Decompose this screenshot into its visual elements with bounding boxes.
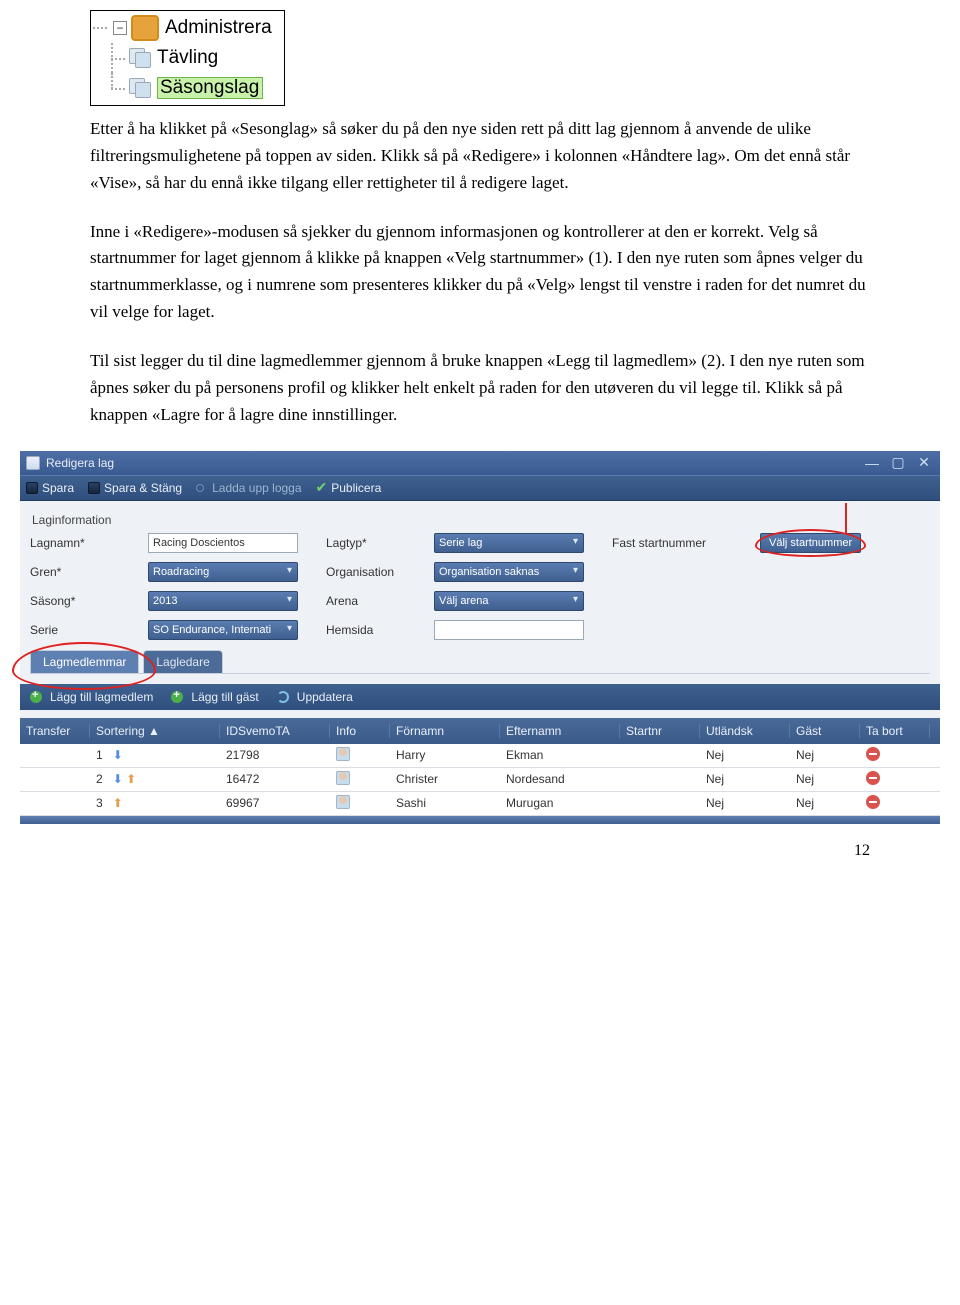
subtoolbar: Lägg till lagmedlem Lägg till gäst Uppda… xyxy=(20,684,940,710)
tab-lagmedlemmar[interactable]: Lagmedlemmar xyxy=(30,650,139,673)
arrow-down-icon[interactable]: ⬇ xyxy=(113,772,123,786)
arrow-down-icon[interactable]: ⬇ xyxy=(113,748,123,762)
plus-icon xyxy=(30,691,42,703)
label-sasong: Säsong* xyxy=(30,594,130,608)
cell-lname: Ekman xyxy=(500,748,620,762)
cell-sort: 1 xyxy=(96,748,103,762)
col-id[interactable]: IDSvemoTA xyxy=(220,724,330,738)
delete-icon[interactable] xyxy=(866,795,880,809)
paragraph-2: Inne i «Redigere»-modusen så sjekker du … xyxy=(90,219,870,326)
input-hemsida[interactable] xyxy=(434,620,584,640)
col-efternamn[interactable]: Efternamn xyxy=(500,724,620,738)
tab-lagledare[interactable]: Lagledare xyxy=(143,650,222,673)
cell-foreign: Nej xyxy=(700,772,790,786)
tree-screenshot: − Administrera Tävling Säsongslag xyxy=(90,10,960,108)
cell-foreign: Nej xyxy=(700,796,790,810)
delete-icon[interactable] xyxy=(866,771,880,785)
cell-id: 69967 xyxy=(220,796,330,810)
label-gren: Gren* xyxy=(30,565,130,579)
cell-fname: Christer xyxy=(390,772,500,786)
table-header: Transfer Sortering ▲ IDSvemoTA Info Förn… xyxy=(20,718,940,744)
publish-button[interactable]: ✔Publicera xyxy=(316,479,382,496)
check-icon: ✔ xyxy=(316,479,328,496)
refresh-button[interactable]: Uppdatera xyxy=(277,690,353,704)
cards-icon xyxy=(129,78,151,98)
col-transfer[interactable]: Transfer xyxy=(20,724,90,738)
label-arena: Arena xyxy=(326,594,416,608)
app-window: Redigera lag — ▢ ✕ Spara Spara & Stäng L… xyxy=(20,451,940,824)
cell-guest: Nej xyxy=(790,796,860,810)
col-sortering[interactable]: Sortering ▲ xyxy=(90,724,220,738)
add-member-button[interactable]: Lägg till lagmedlem xyxy=(30,690,153,704)
label-faststart: Fast startnummer xyxy=(612,536,742,550)
titlebar: Redigera lag — ▢ ✕ xyxy=(20,451,940,475)
refresh-icon xyxy=(277,691,289,703)
page-number: 12 xyxy=(0,824,960,860)
cell-id: 21798 xyxy=(220,748,330,762)
toolbar: Spara Spara & Stäng Ladda upp logga ✔Pub… xyxy=(20,475,940,501)
combo-gren[interactable]: Roadracing xyxy=(148,562,298,582)
cell-foreign: Nej xyxy=(700,748,790,762)
arrow-up-icon[interactable]: ⬆ xyxy=(113,796,123,810)
combo-organisation[interactable]: Organisation saknas xyxy=(434,562,584,582)
table-row[interactable]: 1 ⬇ 21798 HarryEkman NejNej xyxy=(20,744,940,768)
col-info[interactable]: Info xyxy=(330,724,390,738)
gear-icon xyxy=(131,15,159,41)
annotation-arrow-icon xyxy=(845,503,847,533)
person-icon[interactable] xyxy=(336,747,350,761)
plus-icon xyxy=(171,691,183,703)
arrow-up-icon[interactable]: ⬆ xyxy=(126,772,136,786)
cell-sort: 2 xyxy=(96,772,103,786)
tree-node-seasonteam[interactable]: Säsongslag xyxy=(157,77,263,99)
cell-id: 16472 xyxy=(220,772,330,786)
input-lagnamn[interactable]: Racing Doscientos xyxy=(148,533,298,553)
cell-lname: Murugan xyxy=(500,796,620,810)
window-icon xyxy=(26,456,40,470)
window-title: Redigera lag xyxy=(46,456,856,470)
table-row[interactable]: 3 ⬆ 69967 SashiMurugan NejNej xyxy=(20,792,940,816)
tree-node-competition[interactable]: Tävling xyxy=(157,47,218,69)
disk-icon xyxy=(88,482,100,494)
label-hemsida: Hemsida xyxy=(326,623,416,637)
col-fornamn[interactable]: Förnamn xyxy=(390,724,500,738)
label-serie: Serie xyxy=(30,623,130,637)
col-startnr[interactable]: Startnr xyxy=(620,724,700,738)
delete-icon[interactable] xyxy=(866,747,880,761)
save-button[interactable]: Spara xyxy=(26,481,74,495)
cell-fname: Sashi xyxy=(390,796,500,810)
save-close-button[interactable]: Spara & Stäng xyxy=(88,481,182,495)
maximize-button[interactable]: ▢ xyxy=(888,455,908,471)
label-organisation: Organisation xyxy=(326,565,416,579)
tree-collapse-icon[interactable]: − xyxy=(113,21,127,35)
combo-sasong[interactable]: 2013 xyxy=(148,591,298,611)
combo-serie[interactable]: SO Endurance, Internati xyxy=(148,620,298,640)
cell-fname: Harry xyxy=(390,748,500,762)
combo-lagtyp[interactable]: Serie lag xyxy=(434,533,584,553)
cell-sort: 3 xyxy=(96,796,103,810)
table-row[interactable]: 2 ⬇ ⬆ 16472 ChristerNordesand NejNej xyxy=(20,768,940,792)
col-tabort[interactable]: Ta bort xyxy=(860,724,930,738)
upload-logo-button[interactable]: Ladda upp logga xyxy=(196,481,301,495)
circle-icon xyxy=(196,484,204,492)
cards-icon xyxy=(129,48,151,68)
person-icon[interactable] xyxy=(336,771,350,785)
button-valj-startnummer[interactable]: Välj startnummer xyxy=(760,533,861,553)
cell-lname: Nordesand xyxy=(500,772,620,786)
disk-icon xyxy=(26,482,38,494)
person-icon[interactable] xyxy=(336,795,350,809)
col-utlandsk[interactable]: Utländsk xyxy=(700,724,790,738)
col-gast[interactable]: Gäst xyxy=(790,724,860,738)
add-guest-button[interactable]: Lägg till gäst xyxy=(171,690,258,704)
section-title: Laginformation xyxy=(32,513,930,527)
label-lagtyp: Lagtyp* xyxy=(326,536,416,550)
cell-guest: Nej xyxy=(790,748,860,762)
cell-guest: Nej xyxy=(790,772,860,786)
label-lagnamn: Lagnamn* xyxy=(30,536,130,550)
close-button[interactable]: ✕ xyxy=(914,455,934,471)
combo-arena[interactable]: Välj arena xyxy=(434,591,584,611)
tree-node-admin[interactable]: Administrera xyxy=(165,17,272,39)
paragraph-3: Til sist legger du til dine lagmedlemmer… xyxy=(90,348,870,429)
minimize-button[interactable]: — xyxy=(862,455,882,471)
paragraph-1: Etter å ha klikket på «Sesonglag» så søk… xyxy=(90,116,870,197)
